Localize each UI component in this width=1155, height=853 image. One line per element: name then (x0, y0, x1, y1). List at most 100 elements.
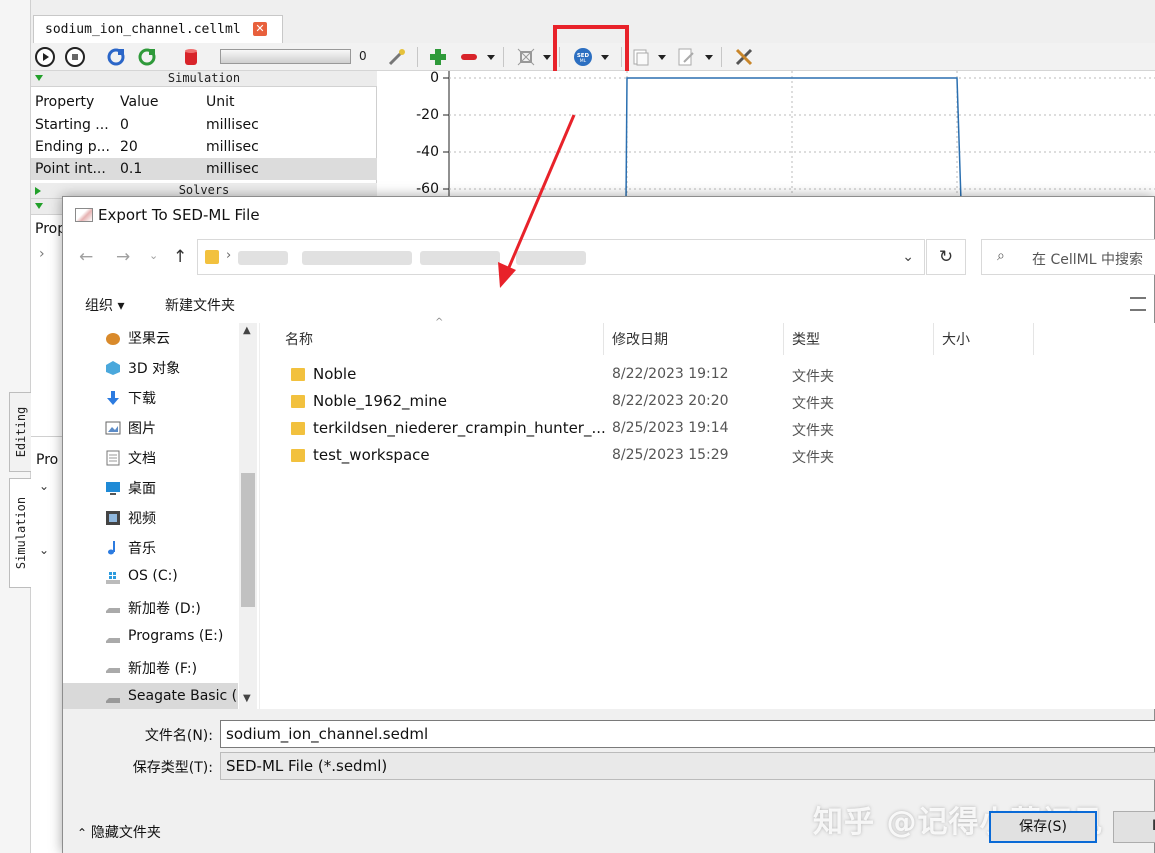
save-button[interactable]: 保存(S) (989, 811, 1097, 843)
filename-field[interactable]: sodium_ion_channel.sedml (220, 720, 1155, 748)
property-table: Property Value Unit Starting ... 0 milli… (31, 89, 377, 180)
table-header: Property Value Unit (31, 89, 377, 114)
tab-simulation[interactable]: Simulation (9, 478, 31, 588)
table-row[interactable]: Point int... 0.1 millisec (31, 158, 377, 180)
filetype-select[interactable]: SED-ML File (*.sedml) (220, 752, 1155, 780)
column-type[interactable]: 类型 (792, 329, 820, 349)
column-divider[interactable] (933, 323, 934, 355)
address-bar[interactable]: › ⌄ (197, 239, 925, 275)
nav-item[interactable]: 下载 (63, 383, 238, 413)
property-value[interactable]: 20 (120, 139, 138, 155)
property-value[interactable]: 0 (120, 117, 129, 133)
edit-document-icon[interactable] (676, 47, 696, 67)
expand-chevron-icon[interactable]: › (39, 246, 45, 262)
nav-item[interactable]: 3D 对象 (63, 353, 238, 383)
nav-item[interactable]: 文档 (63, 443, 238, 473)
nav-item-label: OS (C:) (128, 568, 178, 584)
column-divider[interactable] (1033, 323, 1034, 355)
copy-graph-icon[interactable] (631, 47, 651, 67)
organize-button[interactable]: 组织 ▾ (85, 295, 124, 315)
nav-item[interactable]: 新加卷 (D:) (63, 593, 238, 623)
zoom-fit-icon[interactable] (516, 47, 536, 67)
nav-item[interactable]: 坚果云 (63, 323, 238, 353)
y-tick-label: -40 (416, 144, 439, 160)
file-row[interactable]: Noble_1962_mine 8/22/2023 20:20 文件夹 (260, 388, 1155, 415)
nav-item[interactable]: Seagate Basic ( (63, 683, 238, 709)
scroll-down-icon[interactable]: ▼ (243, 693, 251, 704)
copy-dropdown-icon[interactable] (658, 55, 666, 60)
column-header[interactable]: Property (35, 94, 94, 110)
folder-icon (291, 395, 305, 408)
column-name[interactable]: 名称 (285, 329, 313, 349)
magic-wand-icon[interactable] (387, 47, 407, 67)
nav-item-label: 新加卷 (D:) (128, 601, 201, 617)
nav-item[interactable]: Programs (E:) (63, 623, 238, 653)
drive-icon (106, 668, 120, 673)
chevron-down-icon[interactable]: ⌄ (39, 479, 49, 493)
nav-item-label: 文档 (128, 451, 156, 467)
screen: { "app": { "file_tab": "sodium_ion_chann… (0, 0, 1155, 853)
chevron-down-icon[interactable]: ⌄ (39, 543, 49, 557)
run-icon[interactable] (35, 47, 55, 67)
stop-icon[interactable] (65, 47, 85, 67)
remove-graph-icon[interactable] (459, 47, 479, 67)
view-options-icon[interactable] (1130, 297, 1146, 311)
search-input[interactable]: ⌕ 在 CellML 中搜索 (981, 239, 1155, 275)
nav-item[interactable]: 图片 (63, 413, 238, 443)
simulation-section-header[interactable]: Simulation (31, 71, 377, 87)
y-tick-label: 0 (430, 70, 439, 86)
hide-folders-toggle[interactable]: ⌃ 隐藏文件夹 (77, 822, 161, 842)
file-row[interactable]: Noble 8/22/2023 19:12 文件夹 (260, 361, 1155, 388)
cancel-button[interactable]: I (1113, 811, 1155, 843)
chevron-down-icon[interactable]: ⌄ (902, 249, 914, 265)
filename-value: sodium_ion_channel.sedml (226, 725, 429, 743)
column-date[interactable]: 修改日期 (612, 329, 668, 349)
zoom-dropdown-icon[interactable] (543, 55, 551, 60)
edit-dropdown-icon[interactable] (705, 55, 713, 60)
dialog-title-bar[interactable]: Export To SED-ML File (63, 197, 1154, 233)
progress-value: 0 (359, 49, 367, 63)
up-arrow-icon[interactable]: ↑ (173, 247, 187, 267)
nav-item[interactable]: 音乐 (63, 533, 238, 563)
column-divider[interactable] (783, 323, 784, 355)
new-folder-button[interactable]: 新建文件夹 (165, 295, 235, 315)
file-row[interactable]: test_workspace 8/25/2023 15:29 文件夹 (260, 442, 1155, 469)
recent-dropdown-icon[interactable]: ⌄ (149, 249, 158, 262)
remove-dropdown-icon[interactable] (487, 55, 495, 60)
left-strip: Editing Simulation (0, 0, 31, 853)
nav-item[interactable]: OS (C:) (63, 563, 238, 593)
address-row: ← → ⌄ ↑ › ⌄ ↻ ⌕ 在 CellML 中搜索 (63, 233, 1155, 281)
nav-item[interactable]: 桌面 (63, 473, 238, 503)
table-row[interactable]: Starting ... 0 millisec (31, 114, 377, 136)
nav-item-label: 视频 (128, 511, 156, 527)
documents-icon (106, 450, 120, 466)
file-tab[interactable]: sodium_ion_channel.cellml ✕ (33, 15, 283, 43)
column-header[interactable]: Unit (206, 94, 235, 110)
reset-icon[interactable] (106, 47, 126, 67)
column-size[interactable]: 大小 (942, 329, 970, 349)
nav-scrollbar[interactable]: ▲ ▼ (239, 323, 257, 709)
forward-arrow-icon[interactable]: → (116, 247, 130, 267)
tab-editing[interactable]: Editing (9, 392, 31, 472)
table-row[interactable]: Ending p... 20 millisec (31, 136, 377, 158)
clear-icon[interactable] (137, 47, 157, 67)
database-icon[interactable] (181, 47, 201, 67)
property-value[interactable]: 0.1 (120, 161, 142, 177)
property-name: Starting ... (35, 117, 109, 133)
column-divider[interactable] (603, 323, 604, 355)
dialog-title: Export To SED-ML File (98, 206, 260, 224)
column-header[interactable]: Value (120, 94, 158, 110)
refresh-button[interactable]: ↻ (926, 239, 966, 275)
toolbar-separator (417, 47, 418, 67)
nav-item[interactable]: 视频 (63, 503, 238, 533)
close-tab-icon[interactable]: ✕ (253, 22, 267, 36)
file-type: 文件夹 (792, 396, 834, 412)
file-row[interactable]: terkildsen_niederer_crampin_hunter_... 8… (260, 415, 1155, 442)
add-graph-icon[interactable] (428, 47, 448, 67)
drive-icon (106, 608, 120, 613)
scroll-up-icon[interactable]: ▲ (243, 325, 251, 336)
nav-item[interactable]: 新加卷 (F:) (63, 653, 238, 683)
scroll-thumb[interactable] (241, 473, 255, 607)
tools-icon[interactable] (734, 47, 754, 67)
back-arrow-icon[interactable]: ← (79, 247, 93, 267)
